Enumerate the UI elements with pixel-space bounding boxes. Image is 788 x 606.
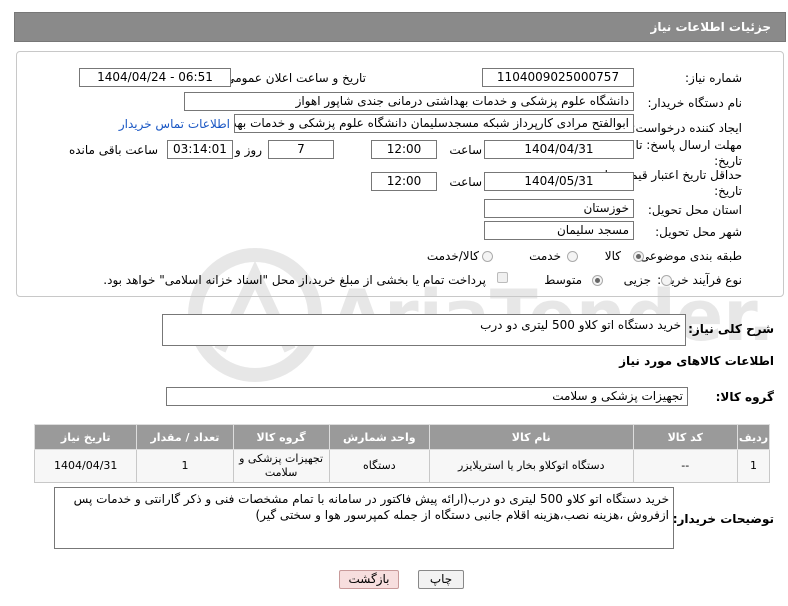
- cell-date: 1404/04/31: [33, 449, 138, 483]
- need-number-label: شماره نیاز:: [685, 71, 742, 85]
- col-header-unit: واحد شمارش: [328, 424, 430, 450]
- days-label: روز و: [235, 143, 262, 157]
- buyer-notes-text: خرید دستگاه اتو کلاو 500 لیتری دو درب(ار…: [73, 492, 669, 522]
- print-button[interactable]: چاپ: [418, 570, 464, 589]
- treasury-payment-note: پرداخت تمام یا بخشی از مبلغ خرید،از محل …: [103, 273, 486, 287]
- category-label: طبقه بندی موضوعی:: [635, 249, 742, 263]
- category-radio-service[interactable]: [567, 251, 578, 262]
- price-validity-date-field: 1404/05/31: [484, 172, 634, 191]
- province-label: استان محل تحویل:: [647, 203, 742, 217]
- cell-unit: دستگاه: [328, 449, 430, 483]
- buyer-org-field: دانشگاه علوم پزشکی و خدمات بهداشتی درمان…: [184, 92, 634, 111]
- category-option-goods-service: کالا/خدمت: [426, 249, 479, 263]
- buyer-org-label: نام دستگاه خریدار:: [647, 96, 743, 110]
- cell-row: 1: [736, 449, 771, 483]
- price-validity-time-label: ساعت: [449, 175, 482, 189]
- buyer-notes-label: توضیحات خریدار:: [672, 512, 774, 526]
- process-radio-medium[interactable]: [592, 275, 603, 286]
- deadline-time-field: 12:00: [371, 140, 437, 159]
- page-title: جزئیات اطلاعات نیاز: [650, 20, 771, 34]
- buyer-notes-textarea[interactable]: خرید دستگاه اتو کلاو 500 لیتری دو درب(ار…: [54, 487, 674, 549]
- process-option-medium: متوسط: [544, 273, 582, 287]
- goods-table-header: ردیف کد کالا نام کالا واحد شمارش گروه کا…: [33, 424, 771, 450]
- cell-name: دستگاه اتوکلاو بخار یا استریلایزر: [428, 449, 634, 483]
- summary-text: خرید دستگاه اتو کلاو 500 لیتری دو درب: [480, 318, 681, 332]
- city-field: مسجد سلیمان: [484, 221, 634, 240]
- summary-label: شرح کلی نیاز:: [688, 322, 774, 336]
- deadline-label: مهلت ارسال پاسخ: تا تاریخ:: [635, 138, 742, 168]
- price-validity-time-field: 12:00: [371, 172, 437, 191]
- category-radio-goods[interactable]: [633, 251, 644, 262]
- announce-date-field: 1404/04/24 - 06:51: [79, 68, 231, 87]
- back-button[interactable]: بازگشت: [339, 570, 399, 589]
- requester-label: ایجاد کننده درخواست:: [631, 121, 742, 135]
- cell-code: --: [632, 449, 738, 483]
- goods-table: ردیف کد کالا نام کالا واحد شمارش گروه کا…: [33, 424, 771, 483]
- summary-textarea[interactable]: خرید دستگاه اتو کلاو 500 لیتری دو درب: [162, 314, 686, 346]
- city-label: شهر محل تحویل:: [655, 225, 742, 239]
- goods-group-field: تجهیزات پزشکی و سلامت: [166, 387, 688, 406]
- days-remaining-field: 7: [268, 140, 334, 159]
- need-number-field: 1104009025000757: [482, 68, 634, 87]
- category-option-goods: کالا: [604, 249, 621, 263]
- remaining-time-label: ساعت باقی مانده: [68, 143, 158, 157]
- cell-group: تجهیزات پزشکی و سلامت: [232, 449, 330, 483]
- buyer-contact-link[interactable]: اطلاعات تماس خریدار: [119, 117, 230, 131]
- process-option-minor: جزیی: [623, 273, 651, 287]
- deadline-date-field: 1404/04/31: [484, 140, 634, 159]
- province-field: خوزستان: [484, 199, 634, 218]
- col-header-name: نام کالا: [428, 424, 634, 450]
- process-radio-minor[interactable]: [661, 275, 672, 286]
- announce-date-label: تاریخ و ساعت اعلان عمومی:: [221, 71, 366, 85]
- col-header-row: ردیف: [736, 424, 771, 450]
- category-option-service: خدمت: [529, 249, 561, 263]
- category-radio-goods-service[interactable]: [482, 251, 493, 262]
- col-header-date: تاریخ نیاز: [33, 424, 138, 450]
- page-header: جزئیات اطلاعات نیاز: [14, 12, 786, 42]
- deadline-time-label: ساعت: [449, 143, 482, 157]
- cell-quantity: 1: [136, 449, 234, 483]
- goods-section-title: اطلاعات کالاهای مورد نیاز: [619, 354, 774, 368]
- table-row: 1 -- دستگاه اتوکلاو بخار یا استریلایزر د…: [33, 449, 771, 483]
- col-header-quantity: تعداد / مقدار: [136, 424, 234, 450]
- requester-field: ابوالفتح مرادی کارپرداز شبکه مسجدسلیمان …: [234, 114, 634, 133]
- goods-group-label: گروه کالا:: [715, 390, 774, 404]
- remaining-time-field: 03:14:01: [167, 140, 233, 159]
- col-header-group: گروه کالا: [232, 424, 330, 450]
- col-header-code: کد کالا: [632, 424, 738, 450]
- treasury-payment-checkbox[interactable]: [497, 272, 508, 283]
